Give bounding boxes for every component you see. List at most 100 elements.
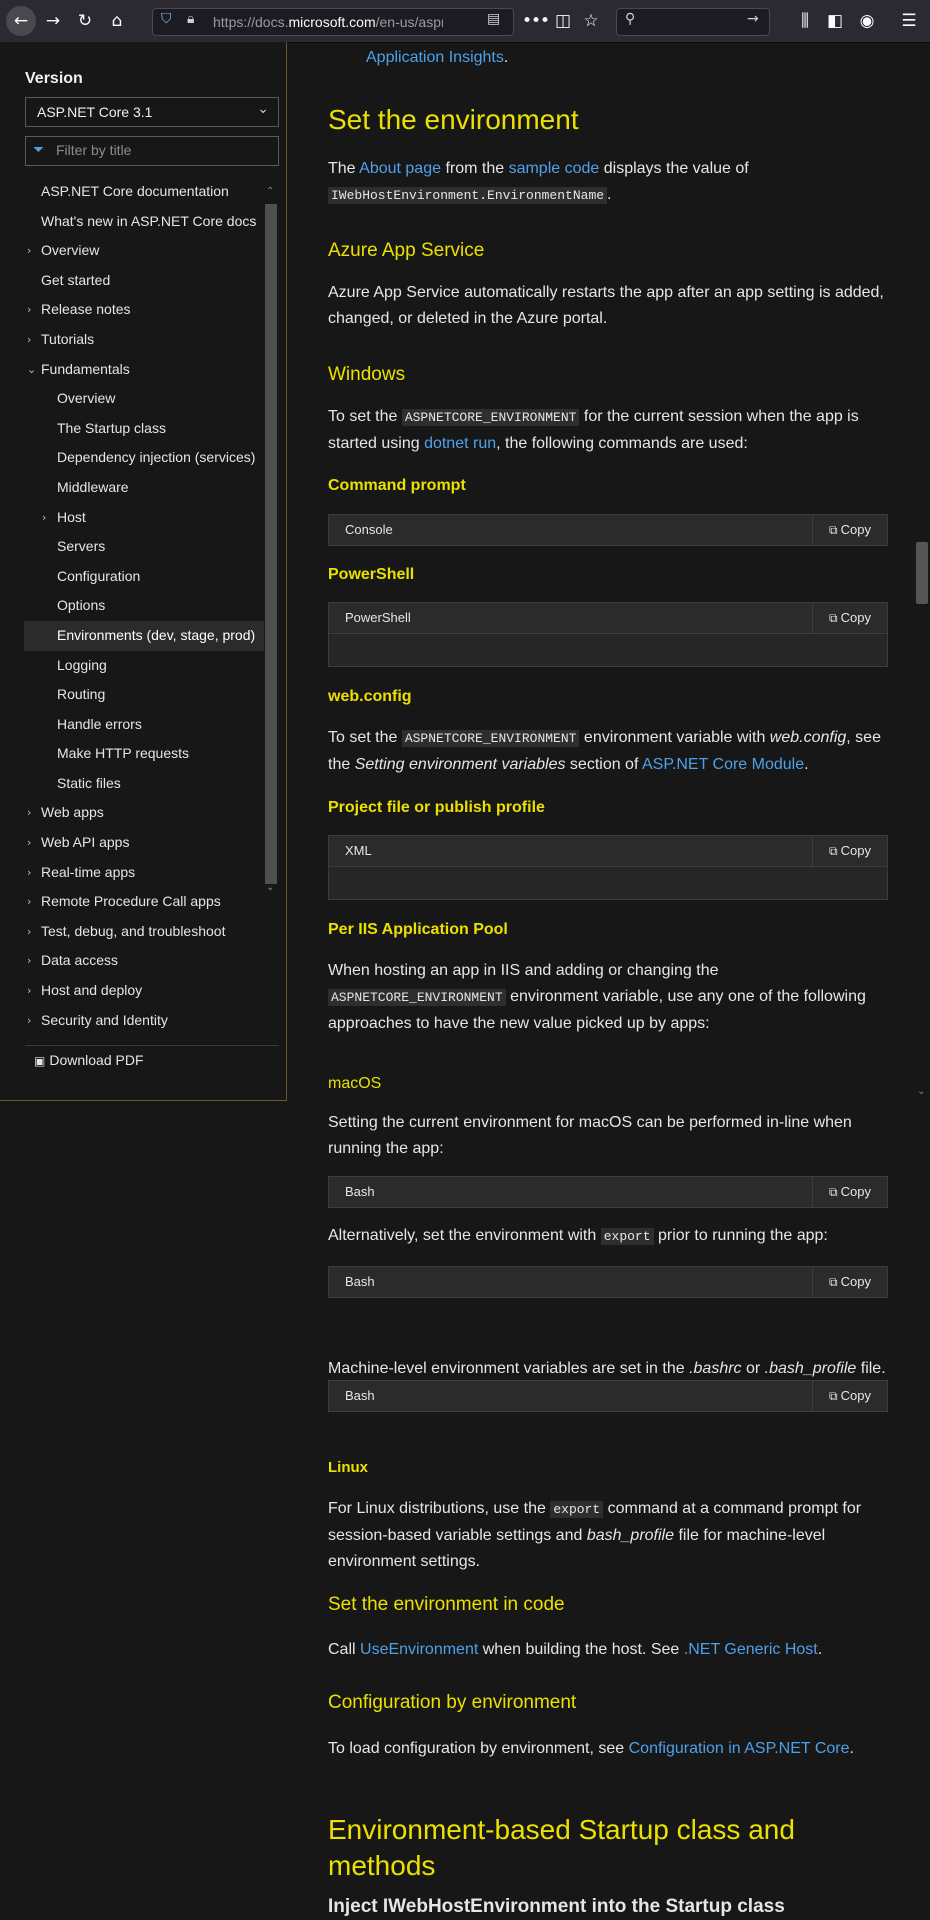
- code-language-label: Console: [345, 522, 393, 537]
- toc-item-label: Handle errors: [57, 715, 142, 732]
- chevron-right-icon[interactable]: ›: [27, 917, 31, 947]
- reload-icon[interactable]: ↻: [72, 8, 98, 34]
- toc-item[interactable]: › Real-time apps: [24, 858, 264, 888]
- toc-item[interactable]: Routing: [24, 680, 264, 710]
- toc-item[interactable]: Options: [24, 591, 264, 621]
- toc-item[interactable]: Static files: [24, 769, 264, 799]
- toc-item[interactable]: Overview: [24, 384, 264, 414]
- toc-item-label: Make HTTP requests: [57, 745, 190, 762]
- chevron-right-icon[interactable]: ›: [27, 236, 31, 266]
- copy-button[interactable]: ⧉ Copy: [812, 1381, 887, 1411]
- download-pdf-label: Download PDF: [49, 1052, 144, 1068]
- toc-item[interactable]: Handle errors: [24, 710, 264, 740]
- toc-item[interactable]: Servers: [24, 532, 264, 562]
- menu-icon[interactable]: ☰: [896, 8, 922, 34]
- more-icon[interactable]: •••: [522, 8, 550, 34]
- chevron-up-icon[interactable]: ⌃: [266, 186, 274, 197]
- chevron-right-icon[interactable]: ›: [27, 887, 31, 917]
- generic-host-link[interactable]: .NET Generic Host: [684, 1641, 818, 1658]
- reader-icon[interactable]: ▤: [487, 11, 500, 27]
- chevron-right-icon[interactable]: ›: [27, 828, 31, 858]
- toc-item[interactable]: The Startup class: [24, 414, 264, 444]
- toc-item[interactable]: Get started: [24, 266, 264, 296]
- toc-item[interactable]: › Tutorials: [24, 325, 264, 355]
- copy-button[interactable]: ⧉ Copy: [812, 836, 887, 866]
- section-title-config-by-env: Configuration by environment: [328, 1692, 577, 1713]
- toc-scrollbar[interactable]: ⌃ ⌄: [264, 186, 278, 912]
- version-select[interactable]: ASP.NET Core 3.1 ⌄: [25, 97, 279, 127]
- aspnet-core-module-link[interactable]: ASP.NET Core Module: [642, 756, 804, 773]
- toc-item[interactable]: ⌄ Fundamentals: [24, 355, 264, 385]
- copy-button[interactable]: ⧉ Copy: [812, 1177, 887, 1207]
- toc-item[interactable]: ASP.NET Core documentation: [24, 177, 264, 207]
- configuration-link[interactable]: Configuration in ASP.NET Core: [629, 1740, 850, 1757]
- inline-code: IWebHostEnvironment.EnvironmentName: [328, 187, 608, 204]
- lock-icon[interactable]: 🔒︎: [187, 11, 194, 27]
- chevron-right-icon[interactable]: ›: [27, 976, 31, 1006]
- toc-item-label: Real-time apps: [41, 863, 136, 880]
- toc-item-label: Environments (dev, stage, prod): [57, 626, 256, 643]
- forward-icon[interactable]: →: [40, 8, 66, 34]
- toc-item[interactable]: › Web API apps: [24, 828, 264, 858]
- chevron-right-icon[interactable]: ›: [27, 858, 31, 888]
- toc-item-label: Security and Identity: [41, 1011, 168, 1028]
- toc-item-label: The Startup class: [57, 419, 166, 436]
- config-by-env-paragraph: To load configuration by environment, se…: [328, 1740, 854, 1757]
- copy-button[interactable]: ⧉ Copy: [812, 515, 887, 545]
- url-bar[interactable]: ⛉ 🔒︎ https://docs.microsoft.com/en-us/as…: [152, 8, 514, 36]
- toc-item-label: Middleware: [57, 478, 129, 495]
- chevron-right-icon[interactable]: ›: [27, 1006, 31, 1036]
- chevron-right-icon[interactable]: ›: [27, 295, 31, 325]
- url-text[interactable]: https://docs.microsoft.com/en-us/aspnet/…: [213, 14, 443, 30]
- toc-item-label: Tutorials: [41, 330, 95, 347]
- toc-item[interactable]: › Test, debug, and troubleshoot: [24, 917, 264, 947]
- toc-item[interactable]: › Host: [24, 503, 264, 533]
- toc-item[interactable]: Configuration: [24, 562, 264, 592]
- star-icon[interactable]: ☆: [578, 8, 604, 34]
- chevron-down-icon[interactable]: ⌄: [266, 882, 274, 893]
- shield-icon[interactable]: ⛉: [161, 11, 172, 27]
- sample-code-link[interactable]: sample code: [509, 160, 600, 177]
- dotnet-run-link[interactable]: dotnet run: [424, 435, 496, 452]
- chevron-right-icon[interactable]: ›: [27, 798, 31, 828]
- toc-item[interactable]: › Release notes: [24, 295, 264, 325]
- go-icon[interactable]: →: [747, 11, 759, 27]
- page-scrollbar-thumb[interactable]: [916, 542, 928, 604]
- copy-button[interactable]: ⧉ Copy: [812, 603, 887, 633]
- toc-item[interactable]: › Host and deploy: [24, 976, 264, 1006]
- home-icon[interactable]: ⌂: [104, 8, 130, 34]
- copy-button[interactable]: ⧉ Copy: [812, 1267, 887, 1297]
- chevron-down-icon[interactable]: ⌄: [27, 355, 36, 385]
- page-scrollbar[interactable]: ⌄: [912, 42, 930, 1100]
- chevron-down-icon[interactable]: ⌄: [917, 1086, 925, 1097]
- toc-item[interactable]: Environments (dev, stage, prod): [24, 620, 264, 651]
- pocket-icon[interactable]: ◫: [550, 8, 576, 34]
- toc-item[interactable]: › Remote Procedure Call apps: [24, 887, 264, 917]
- toc-item[interactable]: › Data access: [24, 946, 264, 976]
- version-label: Version: [25, 70, 83, 87]
- filter-input[interactable]: [56, 142, 266, 158]
- chevron-right-icon[interactable]: ›: [42, 503, 46, 533]
- toc-scrollbar-thumb[interactable]: [265, 204, 277, 884]
- sidebar-icon[interactable]: ◧: [822, 8, 848, 34]
- code-block-bash: Bash ⧉ Copy: [328, 1176, 888, 1208]
- toc-item[interactable]: What's new in ASP.NET Core docs: [24, 207, 264, 237]
- table-of-contents: ASP.NET Core documentation What's new in …: [24, 177, 264, 1035]
- toc-item[interactable]: Logging: [24, 651, 264, 681]
- application-insights-link[interactable]: Application Insights.: [366, 45, 926, 71]
- toc-item[interactable]: Middleware: [24, 473, 264, 503]
- search-bar[interactable]: ⚲ →: [616, 8, 770, 36]
- library-icon[interactable]: ⫼: [792, 8, 818, 34]
- download-pdf-link[interactable]: ▣ Download PDF: [34, 1052, 144, 1068]
- use-environment-link[interactable]: UseEnvironment: [360, 1641, 478, 1658]
- chevron-right-icon[interactable]: ›: [27, 325, 31, 355]
- toc-item[interactable]: › Web apps: [24, 798, 264, 828]
- account-icon[interactable]: ◉: [854, 8, 880, 34]
- back-icon[interactable]: ←: [6, 6, 36, 36]
- about-page-link[interactable]: About page: [359, 160, 441, 177]
- chevron-right-icon[interactable]: ›: [27, 946, 31, 976]
- toc-item[interactable]: Make HTTP requests: [24, 739, 264, 769]
- toc-item[interactable]: Dependency injection (services): [24, 443, 264, 473]
- toc-item[interactable]: › Overview: [24, 236, 264, 266]
- toc-item[interactable]: › Security and Identity: [24, 1006, 264, 1036]
